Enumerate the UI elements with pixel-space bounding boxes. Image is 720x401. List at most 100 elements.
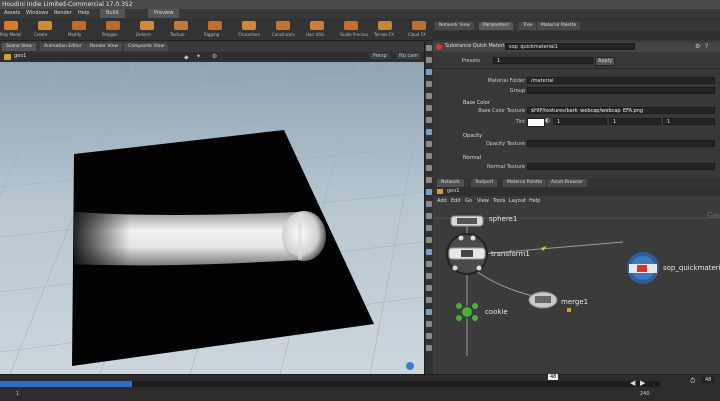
net-menu-add[interactable]: Add xyxy=(437,197,447,205)
menu-item-assets[interactable]: Assets xyxy=(4,9,20,18)
current-frame-field[interactable]: 48 xyxy=(702,377,715,383)
network-path[interactable]: geo1 xyxy=(447,188,460,194)
net-menu-help[interactable]: Help xyxy=(529,197,540,205)
viewport-path[interactable]: geo1 xyxy=(14,53,27,59)
network-editor[interactable]: Network Textport Material Palette Asset … xyxy=(433,178,720,374)
shelf-tool-label[interactable]: Polygon xyxy=(102,32,118,37)
display-option-icon[interactable] xyxy=(426,249,432,255)
shelf-tool-label[interactable]: Texture xyxy=(170,32,185,37)
opacity-texture-field[interactable] xyxy=(527,140,715,147)
play-icon[interactable]: ▶ xyxy=(640,379,645,387)
display-option-icon[interactable] xyxy=(426,201,432,207)
tab-tree[interactable]: Tree xyxy=(519,22,537,30)
tab-material-palette[interactable]: Material Palette xyxy=(537,22,581,30)
sop-quickmaterial-node[interactable] xyxy=(627,252,659,284)
shelf-tool-icon[interactable] xyxy=(140,21,154,30)
display-option-icon[interactable] xyxy=(426,57,432,63)
shelf-tool-icon[interactable] xyxy=(4,21,18,30)
tab-network-view[interactable]: Network View xyxy=(435,22,474,30)
camera-menu[interactable]: Persp xyxy=(370,53,390,59)
display-option-icon[interactable] xyxy=(426,141,432,147)
display-option-icon[interactable] xyxy=(426,117,432,123)
node-name-field[interactable]: sop_quickmaterial1 xyxy=(505,43,635,50)
color-picker-icon[interactable]: ◐ xyxy=(545,117,550,124)
tab-scene-view[interactable]: Scene View xyxy=(2,43,36,51)
display-option-icon[interactable] xyxy=(426,261,432,267)
display-option-icon[interactable] xyxy=(426,297,432,303)
shelf-tool-icon[interactable] xyxy=(106,21,120,30)
material-folder-field[interactable]: /material_ xyxy=(527,77,715,84)
shelf-tool-icon[interactable] xyxy=(72,21,86,30)
display-option-icon[interactable] xyxy=(426,333,432,339)
shelf-tool-icon[interactable] xyxy=(242,21,256,30)
display-option-icon[interactable] xyxy=(426,237,432,243)
shelf-tool-icon[interactable] xyxy=(208,21,222,30)
tint-b-field[interactable]: 1 xyxy=(663,118,715,125)
tab-animation-editor[interactable]: Animation Editor xyxy=(40,43,86,51)
shelf-tool-icon[interactable] xyxy=(412,21,426,30)
shelf-tool-icon[interactable] xyxy=(276,21,290,30)
display-option-icon[interactable] xyxy=(426,105,432,111)
tab-parameters[interactable]: Parameters xyxy=(479,22,513,30)
display-option-icon[interactable] xyxy=(426,93,432,99)
shelf-tool-icon[interactable] xyxy=(378,21,392,30)
display-option-icon[interactable] xyxy=(426,153,432,159)
pin-icon[interactable]: ◆ xyxy=(184,54,189,61)
base-texture-field[interactable]: $HIP/textures/bark_webcap/webcap_EFA.png xyxy=(527,107,715,114)
shelf-tool-label[interactable]: Characters xyxy=(238,32,260,37)
shelf-tool-label[interactable]: Modify xyxy=(68,32,81,37)
display-option-icon[interactable] xyxy=(426,177,432,183)
menu-item-help[interactable]: Help xyxy=(78,9,89,18)
end-frame[interactable]: 240 xyxy=(640,391,650,397)
cam-menu[interactable]: No cam xyxy=(396,53,422,59)
tab-render-view[interactable]: Render View xyxy=(86,43,123,51)
menu-item-windows[interactable]: Windows xyxy=(26,9,48,18)
display-option-icon[interactable] xyxy=(426,309,432,315)
object-level-icon[interactable] xyxy=(4,54,11,60)
display-option-icon[interactable] xyxy=(426,45,432,51)
presets-field[interactable]: 1 xyxy=(493,57,593,64)
shelf-tool-label[interactable]: Poly Model xyxy=(0,32,21,37)
display-option-icon[interactable] xyxy=(426,69,432,75)
snap-icon[interactable]: ✦ xyxy=(196,53,201,60)
shelf-tool-icon[interactable] xyxy=(344,21,358,30)
display-option-icon[interactable] xyxy=(426,213,432,219)
quickmaterial-label[interactable]: sop_quickmaterial1 xyxy=(663,264,720,272)
display-option-icon[interactable] xyxy=(426,285,432,291)
frame-marker[interactable]: 48 xyxy=(548,374,559,380)
sphere1-label[interactable]: sphere1 xyxy=(489,215,517,223)
tab-network[interactable]: Network xyxy=(437,179,464,187)
scene-viewport[interactable] xyxy=(0,62,424,374)
tab-composite-view[interactable]: Composite View xyxy=(124,43,169,51)
apply-button[interactable]: Apply xyxy=(595,57,615,66)
cookie-label[interactable]: cookie xyxy=(485,308,508,316)
display-option-icon[interactable] xyxy=(426,321,432,327)
display-option-icon[interactable] xyxy=(426,273,432,279)
shelf-tool-label[interactable]: Hair Utils xyxy=(306,32,324,37)
display-option-icon[interactable] xyxy=(426,189,432,195)
group-field[interactable] xyxy=(527,87,715,94)
net-menu-tools[interactable]: Tools xyxy=(493,197,505,205)
shelf-tool-label[interactable]: Constraints xyxy=(272,32,295,37)
shelf-tool-icon[interactable] xyxy=(310,21,324,30)
transform1-label[interactable]: transform1 xyxy=(491,250,530,258)
shelf-tool-label[interactable]: Rigging xyxy=(204,32,219,37)
gear-icon[interactable]: ⚙ xyxy=(212,53,217,60)
net-menu-layout[interactable]: Layout xyxy=(509,197,526,205)
shelf-tool-label[interactable]: Terrain FX xyxy=(374,32,394,37)
start-frame[interactable]: 1 xyxy=(16,391,19,397)
tab-asset-browser[interactable]: Asset Browser xyxy=(547,179,587,187)
tab-net-material-palette[interactable]: Material Palette xyxy=(503,179,547,187)
normal-texture-field[interactable] xyxy=(527,163,715,170)
display-option-icon[interactable] xyxy=(426,345,432,351)
net-menu-edit[interactable]: Edit xyxy=(451,197,461,205)
tint-swatch[interactable] xyxy=(527,118,545,127)
display-option-icon[interactable] xyxy=(426,225,432,231)
net-menu-view[interactable]: View xyxy=(477,197,489,205)
tint-r-field[interactable]: 1 xyxy=(553,118,607,125)
play-back-icon[interactable]: ◀ xyxy=(630,379,635,387)
display-option-icon[interactable] xyxy=(426,81,432,87)
gear-icon[interactable]: ⚙ xyxy=(695,43,700,50)
display-option-icon[interactable] xyxy=(426,129,432,135)
realtime-icon[interactable]: ⏱ xyxy=(690,377,695,386)
